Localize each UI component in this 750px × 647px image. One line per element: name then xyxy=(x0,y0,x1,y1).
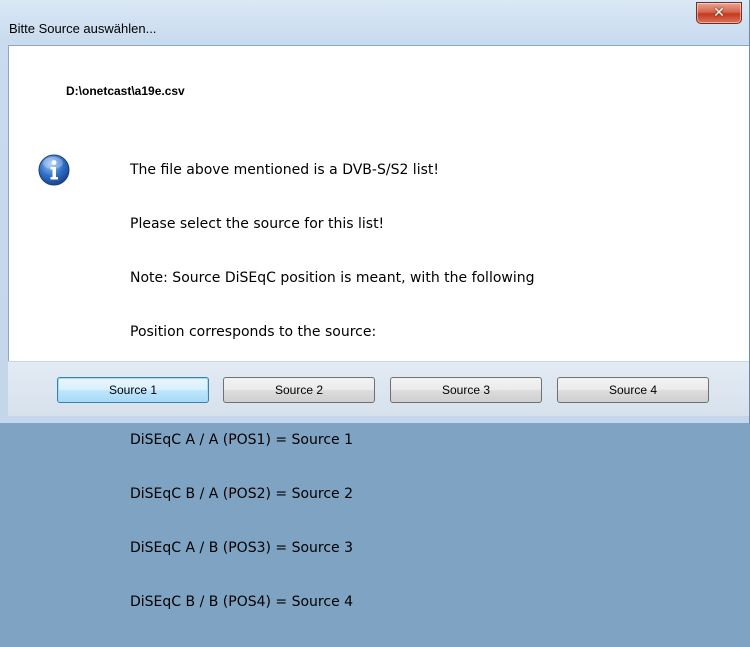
source-3-button[interactable]: Source 3 xyxy=(390,377,542,403)
window-title: Bitte Source auswählen... xyxy=(9,21,157,36)
message-line: Position corresponds to the source: xyxy=(130,324,377,340)
message-line: DiSEqC B / A (POS2) = Source 2 xyxy=(130,486,354,502)
close-icon: ✕ xyxy=(713,5,725,21)
message-line: DiSEqC A / A (POS1) = Source 1 xyxy=(130,432,353,448)
source-4-button[interactable]: Source 4 xyxy=(557,377,709,403)
info-icon xyxy=(38,154,70,186)
source-1-button[interactable]: Source 1 xyxy=(57,377,209,403)
dialog-window: Bitte Source auswählen... ✕ D:\onetcast\… xyxy=(0,0,750,610)
file-path-label: D:\onetcast\a19e.csv xyxy=(66,84,185,98)
close-button[interactable]: ✕ xyxy=(696,2,742,24)
message-line: The file above mentioned is a DVB-S/S2 l… xyxy=(130,162,439,178)
title-bar[interactable]: Bitte Source auswählen... ✕ xyxy=(0,0,750,45)
source-2-button[interactable]: Source 2 xyxy=(223,377,375,403)
message-line: DiSEqC A / B (POS3) = Source 3 xyxy=(130,540,354,556)
message-line: DiSEqC B / B (POS4) = Source 4 xyxy=(130,594,354,610)
message-line: Please select the source for this list! xyxy=(130,216,385,232)
message-line: Note: Source DiSEqC position is meant, w… xyxy=(130,270,535,286)
